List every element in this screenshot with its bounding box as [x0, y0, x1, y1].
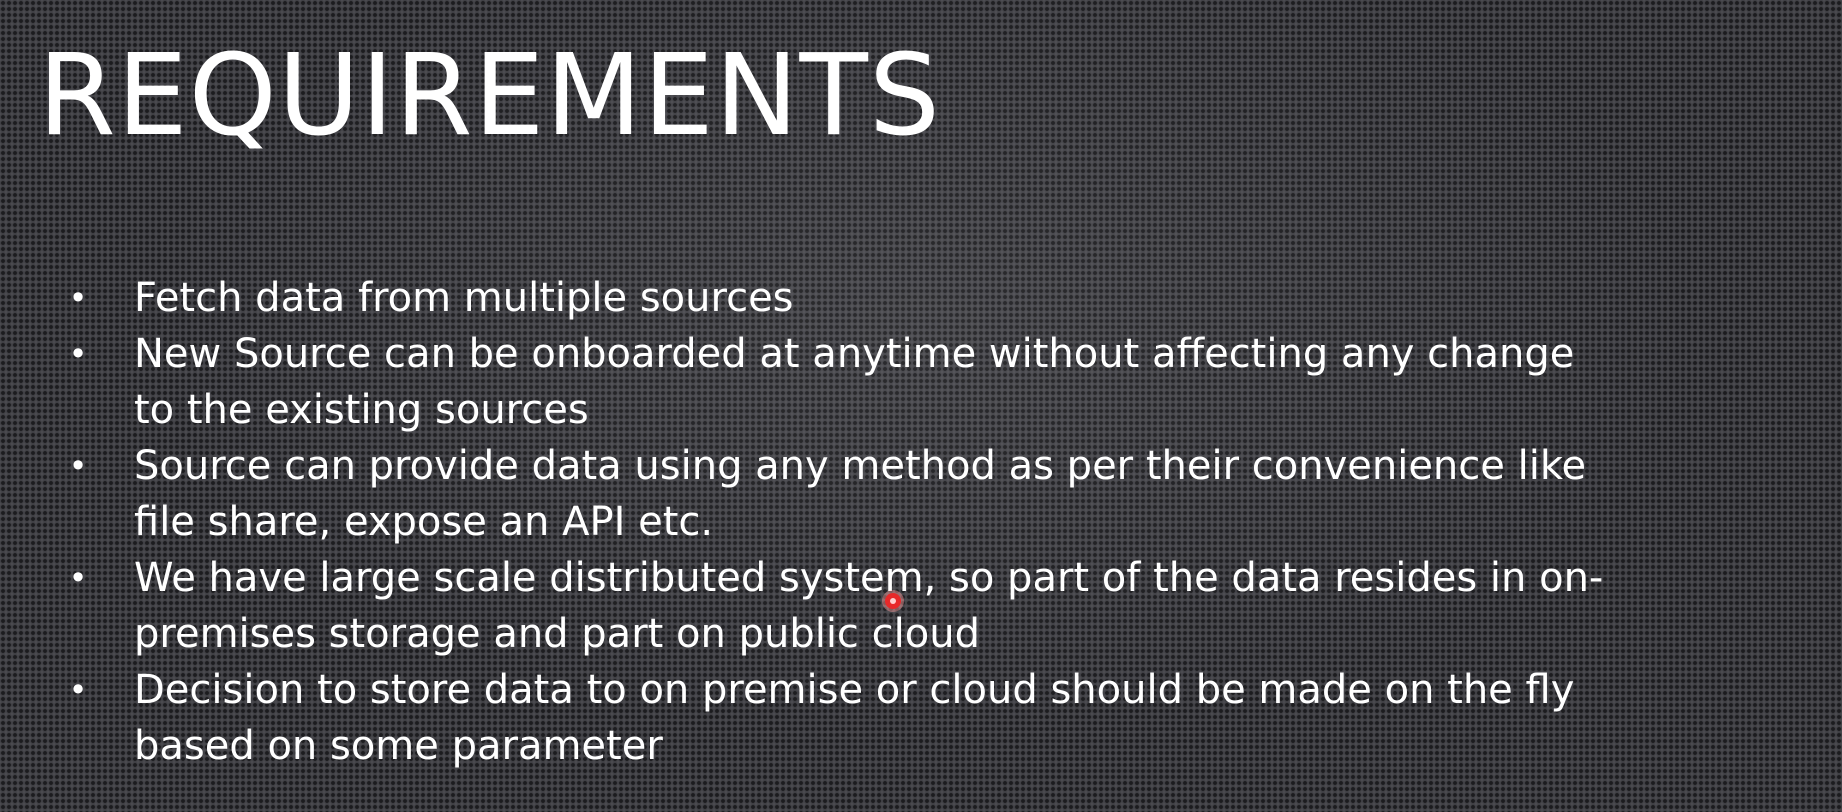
bullet-line: Fetch data from multiple sources [134, 275, 794, 321]
bullet-line: New Source can be onboarded at anytime w… [134, 331, 1575, 377]
slide-title: REQUIREMENTS [38, 31, 942, 161]
bullet-line: to the existing sources [134, 387, 589, 433]
bullet-item: • We have large scale distributed system… [68, 550, 1828, 662]
bullet-item: • New Source can be onboarded at anytime… [68, 326, 1828, 438]
bullet-line: Decision to store data to on premise or … [134, 667, 1575, 713]
bullet-list: • Fetch data from multiple sources • New… [68, 270, 1828, 774]
bullet-item: • Fetch data from multiple sources [68, 270, 1828, 326]
laser-pointer-icon [885, 593, 901, 609]
bullet-item: • Decision to store data to on premise o… [68, 662, 1828, 774]
bullet-line: We have large scale distributed system, … [134, 555, 1604, 601]
bullet-marker: • [68, 671, 88, 709]
bullet-line: premises storage and part on public clou… [134, 611, 980, 657]
bullet-line: based on some parameter [134, 723, 663, 769]
bullet-marker: • [68, 559, 88, 597]
bullet-marker: • [68, 447, 88, 485]
bullet-line: Source can provide data using any method… [134, 443, 1587, 489]
bullet-marker: • [68, 279, 88, 317]
bullet-marker: • [68, 335, 88, 373]
bullet-line: file share, expose an API etc. [134, 499, 714, 545]
bullet-item: • Source can provide data using any meth… [68, 438, 1828, 550]
slide: REQUIREMENTS • Fetch data from multiple … [0, 0, 1842, 812]
